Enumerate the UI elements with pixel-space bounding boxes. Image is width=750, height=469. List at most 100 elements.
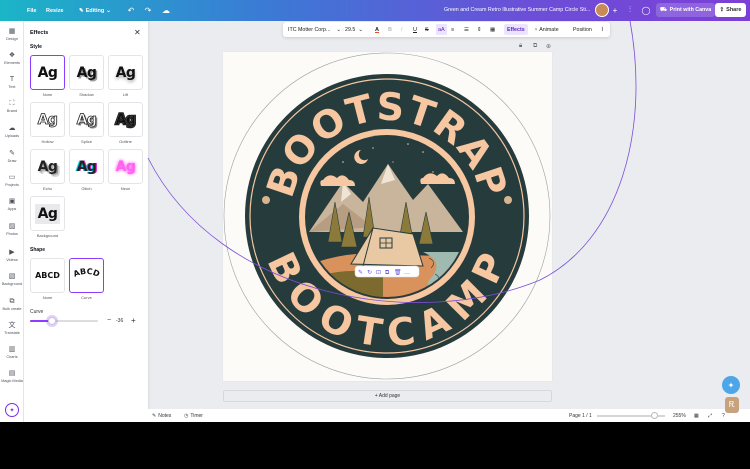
svg-text:⧉: ⧉ <box>385 269 390 276</box>
rail-item-projects[interactable]: ▭ Projects <box>0 173 24 195</box>
timer-button[interactable]: ◷ Timer <box>184 409 203 422</box>
text-color-button[interactable]: A <box>375 22 379 37</box>
rail-item-brand[interactable]: ⛶ Brand <box>0 99 24 121</box>
cloud-save-icon[interactable]: ☁ <box>160 4 172 16</box>
rail-item-uploads[interactable]: ☁ Uploads <box>0 124 24 146</box>
design-page[interactable]: BOOTSTRAP BOOTCAMP ✎ ↻ ⊡ ⧉ 🗑︎ … <box>223 52 552 381</box>
style-neon-tile[interactable]: Ag <box>108 149 143 184</box>
resize-button[interactable]: Resize <box>46 4 63 17</box>
shape-curve-tile[interactable]: ABCD <box>69 258 104 293</box>
underline-icon[interactable]: U <box>413 22 417 37</box>
comment-icon[interactable]: ◯ <box>640 4 652 16</box>
style-background-tile[interactable]: Ag <box>30 196 65 231</box>
font-family-select[interactable]: ITC Motter Corp... ⌄ <box>288 22 341 37</box>
rail-item-draw[interactable]: ✎ Draw <box>0 149 24 171</box>
paint-format-icon[interactable]: ⌇ <box>601 22 604 37</box>
style-glitch-tile[interactable]: Ag <box>69 149 104 184</box>
file-menu[interactable]: File <box>27 4 36 17</box>
add-collaborator-button[interactable]: + <box>609 4 621 16</box>
grid-view-icon[interactable]: ▦ <box>694 409 699 422</box>
apps-icon: ▣ <box>8 198 16 205</box>
style-shadow-tile[interactable]: Ag <box>69 55 104 90</box>
magic-studio-icon[interactable]: ✦ <box>5 403 19 417</box>
elements-icon: ❖ <box>8 52 16 59</box>
rail-item-label: Projects <box>5 183 19 187</box>
lock-icon[interactable]: 🔒︎ <box>519 43 522 50</box>
duplicate-page-icon[interactable]: ⧉ <box>533 43 537 50</box>
align-center-icon[interactable]: ≡ <box>451 22 454 37</box>
effects-button[interactable]: Effects <box>504 24 528 35</box>
panel-title: Effects <box>30 30 49 36</box>
magic-media-icon: ▤ <box>8 370 16 377</box>
style-echo-label: Echo <box>42 186 53 191</box>
chevron-down-icon: ⌄ <box>358 26 363 33</box>
shape-none-tile[interactable]: ABCD <box>30 258 65 293</box>
style-none-label: None <box>42 92 53 97</box>
curve-slider-thumb[interactable] <box>47 317 56 325</box>
rail-item-bulk-create[interactable]: ⧉ Bulk create <box>0 297 24 319</box>
side-rail: ▦ Design ❖ Elements T Text ⛶ Brand ☁ Uploads ✎ Draw… <box>0 21 24 422</box>
rail-item-translate[interactable]: 文 Translate <box>0 321 24 343</box>
position-button[interactable]: Position <box>573 22 592 37</box>
rail-item-text[interactable]: T Text <box>0 75 24 97</box>
style-hollow-tile[interactable]: Ag <box>30 102 65 137</box>
rail-item-photos[interactable]: ▨ Photos <box>0 222 24 244</box>
strikethrough-icon[interactable]: S <box>425 22 429 37</box>
curve-slider-track[interactable] <box>30 320 98 322</box>
notes-icon: ✎ <box>152 412 157 419</box>
fullscreen-icon[interactable]: ⤢ <box>708 409 712 422</box>
rail-item-magic-media[interactable]: ▤ Magic Media <box>0 369 24 391</box>
element-action-bar: ✎ ↻ ⊡ ⧉ 🗑︎… <box>354 265 420 278</box>
style-outline-tile[interactable]: Ag <box>108 102 143 137</box>
zoom-value[interactable]: 255% <box>673 409 686 422</box>
editing-mode-button[interactable]: ✎ Editing ⌄ <box>79 4 111 17</box>
style-lift-tile[interactable]: Ag <box>108 55 143 90</box>
style-none-tile[interactable]: Ag <box>30 55 65 90</box>
transparency-icon[interactable]: ▦ <box>490 22 495 37</box>
chart-icon[interactable]: ⫶ <box>624 4 636 16</box>
close-icon[interactable]: ✕ <box>134 28 141 37</box>
style-sample: Ag <box>76 64 97 81</box>
add-page-icon[interactable]: ⊕ <box>546 43 551 50</box>
curve-value[interactable]: -36 <box>116 318 123 324</box>
font-size-input[interactable]: 29.5 ⌄ <box>345 22 363 37</box>
italic-icon[interactable]: I <box>401 22 403 37</box>
style-sample: Ag <box>115 158 136 175</box>
curve-increase-button[interactable]: + <box>131 316 136 325</box>
rail-item-label: Charts <box>6 355 18 359</box>
zoom-slider-thumb[interactable] <box>651 412 658 419</box>
add-page-button[interactable]: + Add page <box>223 390 552 402</box>
rail-item-design[interactable]: ▦ Design <box>0 27 24 49</box>
rail-item-charts[interactable]: ▥ Charts <box>0 345 24 367</box>
avatar[interactable] <box>595 3 609 17</box>
animate-button[interactable]: ◔ Animate <box>534 22 559 37</box>
share-button[interactable]: ⇪ Share <box>715 3 746 17</box>
page-indicator[interactable]: Page 1 / 1 <box>569 409 592 422</box>
letter-case-icon[interactable]: aA <box>436 24 447 35</box>
share-icon: ⇪ <box>719 7 725 13</box>
redo-icon[interactable]: ↷ <box>142 4 154 16</box>
list-icon[interactable]: ☰ <box>464 22 469 37</box>
bold-icon[interactable]: B <box>388 22 392 37</box>
translate-icon: 文 <box>8 322 16 329</box>
rail-item-background[interactable]: ▧ Background <box>0 272 24 294</box>
assistant-icon[interactable]: ✦ <box>722 376 740 394</box>
notes-button[interactable]: ✎ Notes <box>152 409 171 422</box>
print-with-canva-button[interactable]: ⛟ Print with Canva <box>656 3 716 17</box>
rail-item-apps[interactable]: ▣ Apps <box>0 197 24 219</box>
document-title[interactable]: Green and Cream Retro Illustrative Summe… <box>444 7 590 13</box>
font-family-value: ITC Motter Corp... <box>288 26 331 33</box>
style-section-label: Style <box>30 44 42 50</box>
style-echo-tile[interactable]: Ag <box>30 149 65 184</box>
curve-decrease-button[interactable]: − <box>107 317 111 324</box>
text-toolbar: ITC Motter Corp... ⌄ 29.5 ⌄ A B I U S aA… <box>283 22 610 37</box>
rail-item-elements[interactable]: ❖ Elements <box>0 51 24 73</box>
undo-icon[interactable]: ↶ <box>125 4 137 16</box>
spacing-icon[interactable]: ⇕ <box>477 22 482 37</box>
uploads-icon: ☁ <box>8 125 16 132</box>
rail-item-videos[interactable]: ▶ Videos <box>0 248 24 270</box>
svg-text:⊡: ⊡ <box>376 269 381 276</box>
shape-curve-sample: ABCD <box>72 267 101 279</box>
extension-icon[interactable]: Ꭱ <box>725 397 739 413</box>
style-splice-tile[interactable]: Ag <box>69 102 104 137</box>
